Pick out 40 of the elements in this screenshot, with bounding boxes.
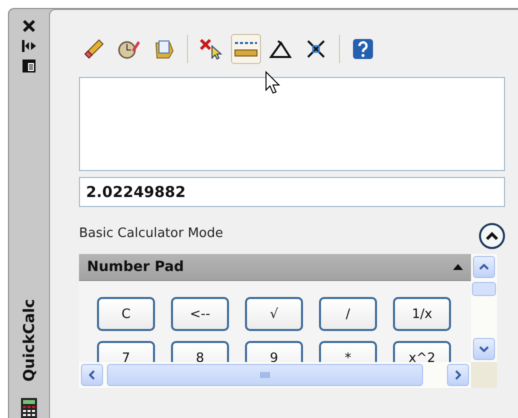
chevron-icon — [485, 231, 499, 241]
chevron-down-icon — [479, 346, 489, 352]
help-icon — [352, 38, 374, 60]
calculator-key[interactable]: 1/x — [393, 297, 451, 331]
calculator-key[interactable]: 8 — [171, 341, 229, 362]
chevron-up-icon — [479, 264, 489, 270]
collapse-button[interactable] — [479, 223, 505, 249]
panel-icon[interactable] — [22, 59, 36, 73]
mouse-cursor-icon — [265, 71, 281, 95]
collapse-triangle-icon — [453, 264, 463, 270]
calculator-key[interactable]: √ — [245, 297, 303, 331]
scroll-right-button[interactable] — [447, 364, 469, 386]
section-header[interactable]: Number Pad — [79, 254, 471, 281]
palette-title: QuickCalc — [20, 299, 38, 382]
eraser-icon — [83, 38, 105, 60]
chevron-left-icon — [89, 370, 95, 380]
calculator-key[interactable]: / — [319, 297, 377, 331]
calculator-key[interactable]: x^2 — [393, 341, 451, 362]
chevron-right-icon — [455, 370, 461, 380]
calculator-key[interactable]: 9 — [245, 341, 303, 362]
input-field[interactable]: 2.02249882 — [79, 177, 505, 207]
angle-icon — [269, 38, 293, 60]
calculator-key[interactable]: C — [97, 297, 155, 331]
scroll-up-button[interactable] — [473, 256, 495, 278]
cross-pointer-icon — [199, 38, 223, 60]
clock-pen-icon — [117, 38, 141, 60]
intersection-icon — [305, 38, 327, 60]
calculator-key[interactable]: <-- — [171, 297, 229, 331]
scroll-thumb[interactable] — [472, 282, 496, 296]
clipboard-icon — [153, 38, 175, 60]
calculator-key[interactable]: 7 — [97, 341, 155, 362]
dock-arrows-icon[interactable] — [22, 39, 36, 53]
scrollbar-corner — [471, 362, 497, 388]
scroll-down-button[interactable] — [473, 338, 495, 360]
calculator-icon — [21, 398, 37, 418]
close-icon[interactable] — [22, 19, 36, 33]
scroll-left-button[interactable] — [81, 364, 103, 386]
calculator-key[interactable]: * — [319, 341, 377, 362]
mode-label: Basic Calculator Mode — [79, 226, 224, 241]
scroll-thumb[interactable] — [107, 364, 423, 386]
